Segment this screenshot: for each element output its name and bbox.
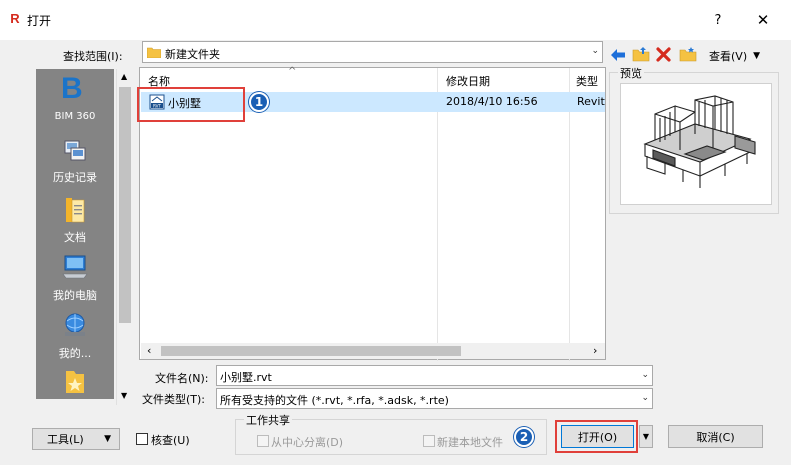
worksharing-label: 工作共享 — [244, 412, 292, 428]
scroll-right-icon[interactable]: › — [593, 344, 597, 357]
up-folder-icon[interactable] — [632, 46, 650, 62]
detach-checkbox[interactable] — [257, 435, 269, 447]
places-label-bim360: BIM 360 — [54, 111, 96, 122]
column-header-modified[interactable]: 修改日期 — [446, 73, 490, 89]
file-row-type: Revit — [577, 95, 605, 108]
dropdown-arrow-icon: ▼ — [104, 434, 111, 444]
places-scroll-thumb[interactable] — [119, 87, 131, 323]
places-item-documents[interactable]: 文档 — [36, 191, 114, 249]
scroll-left-icon[interactable]: ‹ — [147, 344, 151, 357]
highlight-box-file — [137, 87, 245, 122]
file-row-modified: 2018/4/10 16:56 — [446, 95, 538, 108]
network-icon — [65, 313, 85, 336]
places-item-computer[interactable]: 我的电脑 — [36, 249, 114, 307]
filetype-label: 文件类型(T): — [142, 393, 206, 406]
detach-label: 从中心分离(D) — [271, 436, 344, 449]
chevron-down-icon[interactable]: ⌄ — [641, 370, 649, 380]
folder-icon — [147, 47, 161, 58]
places-scrollbar[interactable]: ▲ ▼ — [116, 69, 132, 405]
documents-icon — [66, 198, 85, 223]
new-folder-icon[interactable] — [679, 46, 697, 62]
new-local-label: 新建本地文件 — [437, 436, 503, 449]
scroll-up-icon[interactable]: ▲ — [121, 72, 127, 81]
audit-label: 核查(U) — [151, 434, 190, 447]
open-dialog: R 打开 ? ✕ 查找范围(I): 新建文件夹 ⌄ 查看(V) ▼ B BIM … — [0, 0, 791, 465]
help-icon: ? — [714, 12, 722, 28]
cancel-button-label: 取消(C) — [696, 430, 735, 444]
open-button-label: 打开(O) — [577, 430, 618, 444]
view-menu-label: 查看(V) — [709, 50, 748, 63]
dropdown-arrow-icon: ▼ — [642, 432, 650, 441]
tools-button[interactable]: 工具(L) ▼ — [32, 428, 120, 450]
places-label-network: 我的... — [58, 347, 92, 360]
column-header-type[interactable]: 类型 — [576, 73, 598, 89]
lookin-label: 查找范围(I): — [63, 50, 123, 63]
chevron-down-icon: ⌄ — [591, 46, 599, 56]
revit-app-icon: R — [8, 10, 22, 26]
back-arrow-icon[interactable] — [610, 48, 626, 62]
title-bar: R 打开 ? ✕ — [0, 0, 791, 40]
tools-button-label: 工具(L) — [47, 433, 84, 446]
sort-ascending-icon: ^ — [288, 66, 297, 77]
bim360-icon: B — [61, 72, 83, 105]
building-model-image — [643, 95, 756, 188]
places-label-computer: 我的电脑 — [53, 289, 97, 302]
lookin-combobox[interactable]: 新建文件夹 ⌄ — [142, 41, 603, 63]
places-item-bim360[interactable]: B BIM 360 — [36, 69, 114, 125]
step-badge-2-label: 2 — [519, 430, 529, 444]
file-list-hscroll-thumb[interactable] — [161, 346, 461, 356]
lookin-value: 新建文件夹 — [165, 48, 220, 61]
audit-checkbox[interactable] — [136, 433, 148, 445]
computer-icon — [62, 255, 88, 279]
view-menu[interactable]: 查看(V) ▼ — [709, 48, 760, 64]
preview-thumbnail — [620, 83, 772, 205]
preview-label: 预览 — [618, 65, 644, 81]
new-local-checkbox[interactable] — [423, 435, 435, 447]
history-icon — [64, 140, 86, 161]
places-item-network[interactable]: 我的... — [36, 307, 114, 365]
revit-logo-letter: R — [10, 10, 20, 26]
places-item-history[interactable]: 历史记录 — [36, 131, 114, 189]
dropdown-arrow-icon: ▼ — [753, 51, 761, 61]
filetype-value: 所有受支持的文件 (*.rvt, *.rfa, *.adsk, *.rte) — [220, 394, 449, 407]
step-badge-1-label: 1 — [254, 95, 264, 109]
chevron-down-icon[interactable]: ⌄ — [641, 393, 649, 403]
scroll-down-icon[interactable]: ▼ — [121, 391, 127, 400]
open-button[interactable]: 打开(O) — [561, 425, 634, 448]
filename-value: 小别墅.rvt — [220, 371, 272, 384]
filetype-select[interactable]: 所有受支持的文件 (*.rvt, *.rfa, *.adsk, *.rte) ⌄ — [216, 388, 653, 409]
places-bar: B BIM 360 历史记录 文档 我的电脑 我的... — [36, 69, 114, 399]
favorites-folder-icon[interactable] — [64, 369, 86, 395]
cancel-button[interactable]: 取消(C) — [668, 425, 763, 448]
filename-input[interactable]: 小别墅.rvt ⌄ — [216, 365, 653, 386]
close-icon: ✕ — [756, 11, 770, 29]
open-options-button[interactable]: ▼ — [639, 425, 653, 448]
close-button[interactable]: ✕ — [745, 5, 781, 35]
places-label-history: 历史记录 — [53, 171, 97, 184]
help-button[interactable]: ? — [700, 5, 736, 35]
step-badge-1: 1 — [249, 92, 269, 112]
window-title: 打开 — [27, 14, 52, 28]
file-list-hscrollbar[interactable]: ‹ › — [141, 343, 605, 359]
step-badge-2: 2 — [514, 427, 534, 447]
filename-label: 文件名(N): — [155, 372, 209, 385]
places-label-documents: 文档 — [64, 231, 86, 244]
delete-icon[interactable] — [656, 47, 671, 62]
